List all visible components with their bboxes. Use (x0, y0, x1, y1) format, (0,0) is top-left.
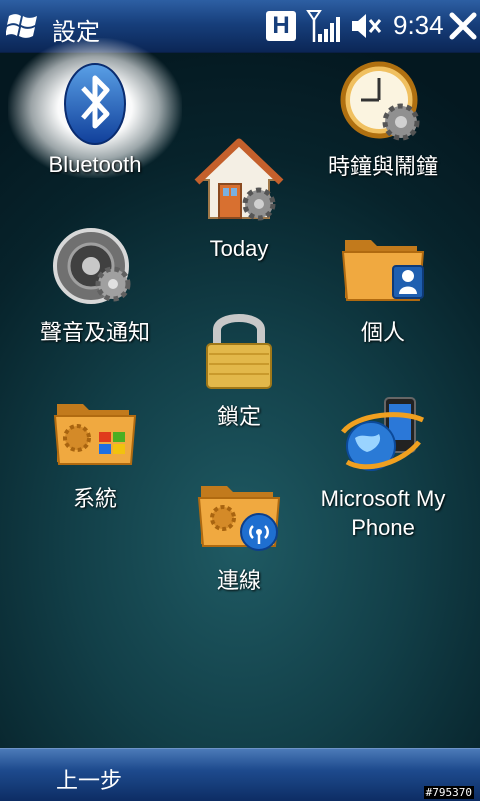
folder-wireless-icon (197, 486, 281, 551)
clock-gear-icon (340, 61, 420, 141)
signal-icon[interactable] (306, 8, 342, 44)
item-label: 連線 (216, 568, 261, 593)
bluetooth-icon (64, 63, 126, 145)
mute-speaker-icon[interactable] (350, 11, 382, 41)
item-connections[interactable]: 連線 (154, 474, 324, 604)
softkey-bar: 上一步 (0, 748, 480, 801)
hsdpa-indicator[interactable]: H (266, 11, 296, 41)
back-softkey[interactable]: 上一步 (56, 763, 122, 795)
watermark: #795370 (423, 786, 474, 799)
padlock-icon (206, 314, 272, 389)
close-icon[interactable] (448, 10, 478, 42)
folder-user-icon (341, 240, 425, 301)
folder-windows-icon (53, 404, 137, 465)
house-gear-icon (194, 138, 284, 221)
globe-phone-icon (341, 397, 425, 471)
clock-time[interactable]: 9:34 (393, 10, 444, 41)
speaker-gear-icon (53, 228, 131, 304)
